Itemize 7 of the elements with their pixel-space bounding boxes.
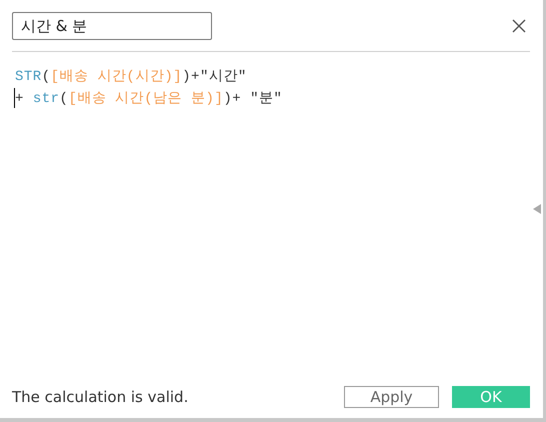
apply-button[interactable]: Apply	[344, 386, 439, 408]
formula-line: + str([배송 시간(남은 분)])+ "분"	[15, 90, 284, 109]
status-message: The calculation is valid.	[12, 388, 190, 406]
name-field[interactable]: 시간 & 분	[12, 12, 212, 40]
formula-line: STR([배송 시간(시간)])+"시간"	[15, 68, 248, 87]
close-icon[interactable]	[512, 19, 526, 33]
text-cursor	[14, 88, 15, 108]
